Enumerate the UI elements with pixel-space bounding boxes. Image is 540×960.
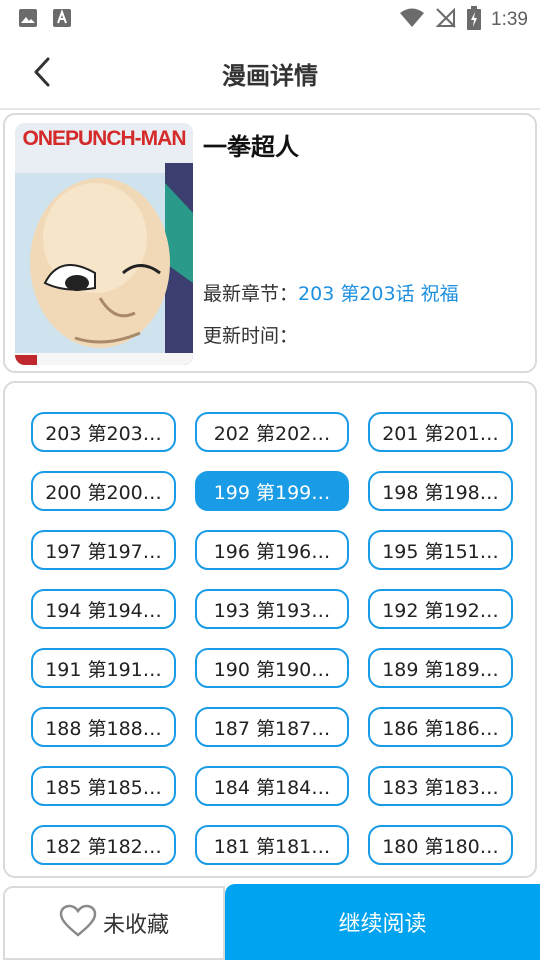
chapter-button[interactable]: 187 第187… [195, 707, 349, 747]
status-right-icons: 1:39 [399, 6, 528, 34]
latest-chapter-row: 最新章节：203 第203话 祝福 [203, 279, 459, 306]
page-title: 漫画详情 [222, 62, 318, 90]
chapter-button[interactable]: 196 第196… [195, 530, 349, 570]
chapter-button[interactable]: 203 第203… [31, 412, 176, 452]
bottom-action-bar: 未收藏 继续阅读 [0, 884, 540, 960]
chapter-button[interactable]: 201 第201… [368, 412, 513, 452]
continue-reading-button[interactable]: 继续阅读 [225, 884, 540, 960]
comic-cover-image[interactable]: ONEPUNCH-MAN [15, 123, 193, 365]
no-signal-icon [435, 7, 457, 33]
chapter-button[interactable]: 200 第200… [31, 471, 176, 511]
chapter-list-card: 203 第203… 202 第202… 201 第201… 200 第200… 199 … [3, 381, 537, 878]
image-icon [18, 8, 38, 32]
chapter-button[interactable]: 194 第194… [31, 589, 176, 629]
comic-info-card: ONEPUNCH-MAN 一拳超人 最新章节：203 第203话 祝福 更新时间… [3, 113, 537, 373]
title-bar: 漫画详情 [0, 36, 540, 110]
chapter-button[interactable]: 191 第191… [31, 648, 176, 688]
status-bar: 1:39 [0, 0, 540, 36]
chapter-grid: 203 第203… 202 第202… 201 第201… 200 第200… 199 … [31, 412, 513, 865]
status-time: 1:39 [491, 9, 528, 30]
comic-title: 一拳超人 [203, 133, 299, 161]
latest-chapter-link[interactable]: 203 第203话 祝福 [298, 283, 459, 305]
chapter-button[interactable]: 192 第192… [368, 589, 513, 629]
chapter-button[interactable]: 186 第186… [368, 707, 513, 747]
status-left-icons [18, 8, 72, 32]
chapter-button[interactable]: 184 第184… [195, 766, 349, 806]
update-time-row: 更新时间： [203, 321, 298, 348]
chapter-button[interactable]: 193 第193… [195, 589, 349, 629]
chapter-button-current[interactable]: 199 第199… [195, 471, 349, 511]
favorite-label: 未收藏 [102, 913, 169, 938]
latest-chapter-label: 最新章节： [203, 283, 299, 305]
favorite-button[interactable]: 未收藏 [3, 886, 225, 960]
text-a-icon [52, 8, 72, 32]
update-time-label: 更新时间： [203, 325, 299, 347]
chapter-button[interactable]: 185 第185… [31, 766, 176, 806]
chapter-button[interactable]: 182 第182… [31, 825, 176, 865]
chapter-button[interactable]: 202 第202… [195, 412, 349, 452]
continue-reading-label: 继续阅读 [338, 912, 427, 937]
chapter-button[interactable]: 188 第188… [31, 707, 176, 747]
chapter-button[interactable]: 181 第181… [195, 825, 349, 865]
chapter-button[interactable]: 183 第183… [368, 766, 513, 806]
chapter-button[interactable]: 197 第197… [31, 530, 176, 570]
chapter-button[interactable]: 189 第189… [368, 648, 513, 688]
chapter-button[interactable]: 198 第198… [368, 471, 513, 511]
chapter-button[interactable]: 195 第151… [368, 530, 513, 570]
heart-outline-icon [59, 904, 97, 942]
battery-charging-icon [467, 6, 482, 34]
wifi-icon [399, 7, 425, 33]
chapter-button[interactable]: 190 第190… [195, 648, 349, 688]
cover-logo: ONEPUNCH-MAN [22, 127, 187, 150]
chapter-button[interactable]: 180 第180… [368, 825, 513, 865]
